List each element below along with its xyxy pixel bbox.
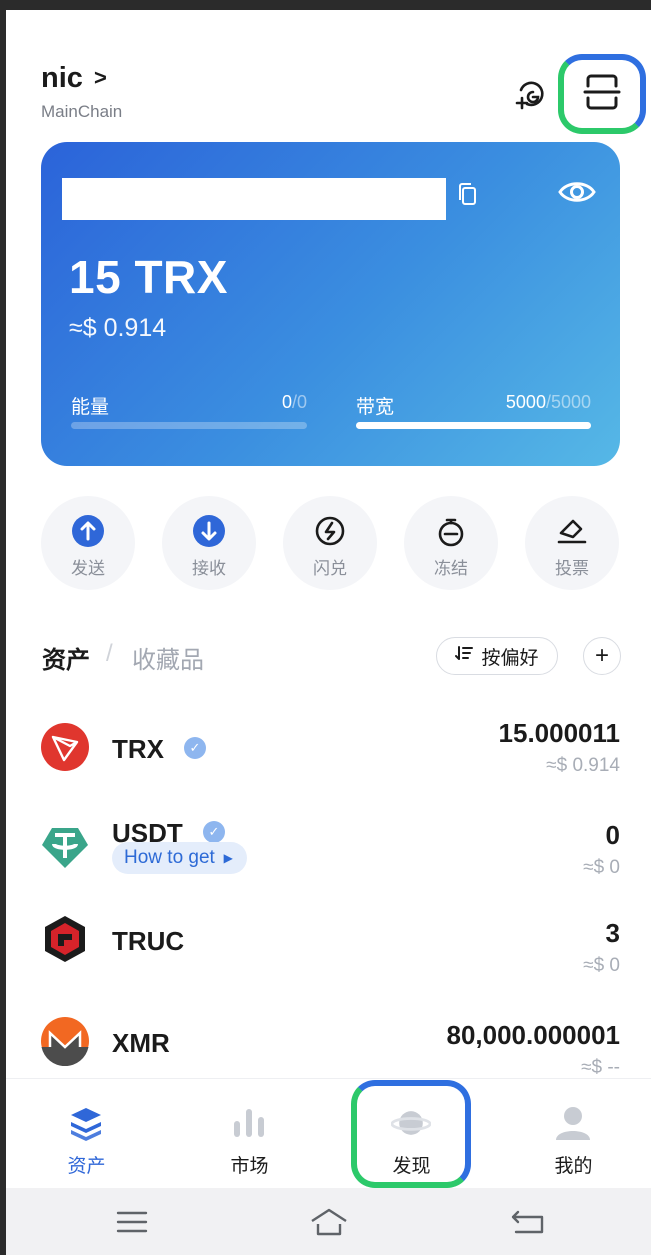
send-label: 发送 [71, 559, 105, 578]
nav-profile[interactable]: 我的 [493, 1079, 651, 1189]
scan-highlight [558, 54, 646, 134]
how-to-get-button[interactable]: How to get ▶ [112, 842, 247, 874]
profile-icon [553, 1103, 593, 1143]
nav-label: 我的 [554, 1156, 593, 1177]
eye-icon[interactable] [557, 177, 597, 212]
xmr-logo-icon [40, 1016, 90, 1067]
energy-bar [71, 422, 307, 429]
send-button[interactable]: 发送 [41, 496, 135, 590]
wallet-name[interactable]: nic [41, 62, 83, 95]
menu-icon[interactable] [112, 1204, 152, 1240]
copy-icon[interactable] [457, 182, 479, 213]
token-usd-value: ≈$ 0.914 [546, 755, 620, 776]
system-nav-bar [6, 1188, 651, 1255]
token-amount: 0 [605, 820, 620, 850]
energy-label: 能量 [71, 397, 110, 418]
arrow-up-icon [71, 514, 105, 548]
energy-value: 0/0 [281, 392, 307, 412]
vote-label: 投票 [555, 559, 589, 578]
add-account-icon[interactable] [511, 74, 551, 114]
swap-icon [313, 514, 347, 548]
chain-name: MainChain [41, 102, 123, 121]
token-row-usdt[interactable]: USDT ✓ 0 ≈$ 0 [6, 796, 651, 892]
token-amount: 80,000.000001 [446, 1020, 620, 1050]
verified-check-icon: ✓ [203, 821, 225, 843]
nav-market[interactable]: 市场 [169, 1079, 330, 1189]
balance-usd: ≈$ 0.914 [69, 314, 167, 342]
bandwidth-bar-fill [356, 422, 591, 429]
token-amount: 3 [605, 918, 620, 948]
tab-collectibles[interactable]: 收藏品 [132, 640, 204, 675]
wallet-chevron-icon[interactable]: > [94, 65, 107, 91]
nav-assets[interactable]: 资产 [6, 1079, 167, 1189]
truc-logo-icon [40, 914, 90, 964]
swap-label: 闪兑 [313, 559, 347, 578]
swap-button[interactable]: 闪兑 [283, 496, 377, 590]
wallet-stack-icon [66, 1103, 106, 1143]
play-triangle-icon: ▶ [223, 851, 233, 865]
balance-card: 15 TRX ≈$ 0.914 能量 0/0 带宽 5000/5000 [41, 142, 620, 466]
sort-label: 按偏好 [481, 647, 539, 669]
token-usd-value: ≈$ 0 [583, 857, 620, 878]
token-symbol: TRUC [112, 926, 185, 956]
bandwidth-bar [356, 422, 591, 429]
bandwidth-value: 5000/5000 [505, 392, 591, 412]
token-amount: 15.000011 [498, 718, 620, 748]
nav-label: 市场 [230, 1156, 269, 1177]
vote-icon [555, 514, 589, 548]
token-usd-value: ≈$ -- [581, 1057, 620, 1078]
token-row-trx[interactable]: TRX ✓ 15.000011 ≈$ 0.914 [6, 698, 651, 794]
receive-label: 接收 [192, 559, 226, 578]
trx-logo-icon [40, 722, 90, 772]
receive-button[interactable]: 接收 [162, 496, 256, 590]
freeze-icon [434, 514, 468, 548]
verified-check-icon: ✓ [184, 737, 206, 759]
freeze-button[interactable]: 冻结 [404, 496, 498, 590]
tab-assets[interactable]: 资产 [42, 640, 90, 675]
discover-highlight [351, 1080, 471, 1188]
vote-button[interactable]: 投票 [525, 496, 619, 590]
token-symbol: TRX [112, 734, 164, 764]
app-screen: nic > MainChain 15 TRX ≈$ 0.914 能量 0/0 带… [6, 10, 651, 1255]
home-icon[interactable] [309, 1204, 349, 1240]
token-usd-value: ≈$ 0 [583, 955, 620, 976]
address-redacted [62, 178, 446, 220]
freeze-label: 冻结 [434, 559, 468, 578]
add-token-button[interactable]: + [583, 637, 621, 675]
bandwidth-label: 带宽 [356, 397, 395, 418]
token-row-truc[interactable]: TRUC 3 ≈$ 0 [6, 898, 651, 994]
balance-amount: 15 TRX [69, 251, 228, 303]
nav-label: 资产 [67, 1156, 106, 1177]
token-symbol: XMR [112, 1028, 170, 1058]
market-chart-icon [229, 1103, 269, 1143]
usdt-logo-icon [40, 820, 90, 870]
tab-separator: / [106, 640, 113, 667]
back-icon[interactable] [508, 1204, 548, 1240]
bottom-nav: 资产 市场 发现 我的 [6, 1078, 651, 1188]
sort-icon [455, 645, 474, 667]
sort-button[interactable]: 按偏好 [436, 637, 558, 675]
arrow-down-icon [192, 514, 226, 548]
how-to-get-label: How to get [124, 847, 215, 868]
